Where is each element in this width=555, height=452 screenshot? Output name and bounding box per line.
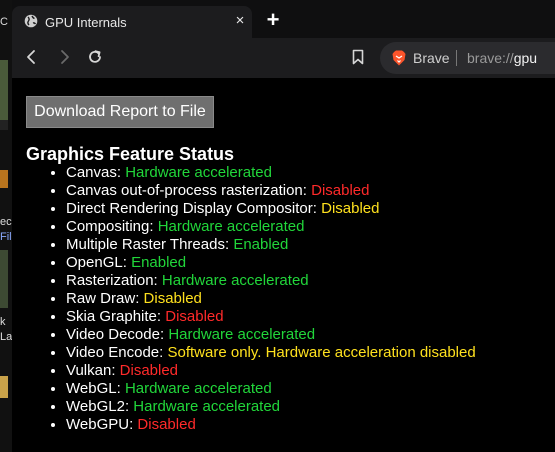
feature-status-row: Vulkan: Disabled [66, 362, 476, 380]
site-identity-label: Brave [413, 50, 450, 66]
background-icon [0, 376, 8, 398]
feature-status: Disabled [137, 416, 196, 433]
feature-name: Video Decode [66, 326, 160, 343]
background-thumbnail [0, 250, 8, 308]
feature-status-row: Video Decode: Hardware accelerated [66, 326, 476, 344]
feature-status: Disabled [321, 200, 380, 217]
background-divider [0, 120, 8, 130]
feature-status: Hardware accelerated [157, 218, 305, 235]
feature-status-row: Canvas out-of-process rasterization: Dis… [66, 182, 476, 200]
background-thumbnail [0, 60, 8, 120]
feature-status-row: Video Encode: Software only. Hardware ac… [66, 344, 476, 362]
browser-window: GPU Internals × + Brave brave://gpu Down… [12, 0, 555, 452]
feature-name: Rasterization [66, 272, 154, 289]
feature-status-row: Direct Rendering Display Compositor: Dis… [66, 200, 476, 218]
url-host: gpu [513, 50, 538, 66]
feature-status-row: Skia Graphite: Disabled [66, 308, 476, 326]
download-report-button[interactable]: Download Report to File [26, 96, 214, 128]
feature-name: Video Encode [66, 344, 160, 361]
toolbar: Brave brave://gpu [12, 38, 555, 78]
feature-status-row: Raw Draw: Disabled [66, 290, 476, 308]
feature-name: Compositing [66, 218, 150, 235]
globe-icon [24, 14, 38, 28]
feature-status: Disabled [165, 308, 224, 325]
feature-status-row: OpenGL: Enabled [66, 254, 476, 272]
omnibox-separator [456, 50, 457, 66]
feature-name: OpenGL [66, 254, 123, 271]
feature-status: Disabled [143, 290, 202, 307]
new-tab-button[interactable]: + [263, 9, 283, 31]
background-text-fragment: C [0, 16, 8, 28]
feature-name: Raw Draw [66, 290, 136, 307]
feature-name: Skia Graphite [66, 308, 157, 325]
tab-gpu-internals[interactable]: GPU Internals × [12, 6, 252, 38]
feature-status: Disabled [119, 362, 179, 379]
feature-status: Hardware accelerated [161, 272, 309, 289]
bookmark-icon[interactable] [348, 47, 368, 67]
feature-name: Canvas [66, 164, 117, 181]
feature-status-row: WebGL: Hardware accelerated [66, 380, 476, 398]
reload-icon[interactable] [85, 47, 105, 67]
feature-name: Multiple Raster Threads [66, 236, 225, 253]
url-text[interactable]: brave://gpu [467, 50, 537, 66]
feature-status-row: WebGL2: Hardware accelerated [66, 398, 476, 416]
feature-name: Vulkan [66, 362, 112, 379]
close-tab-icon[interactable]: × [232, 13, 248, 29]
brave-lion-icon[interactable] [392, 50, 406, 66]
forward-arrow-icon[interactable] [54, 47, 74, 67]
feature-status: Enabled [131, 254, 187, 271]
background-text-fragment: Fil [0, 231, 12, 243]
feature-status-row: WebGPU: Disabled [66, 416, 476, 434]
feature-status-row: Compositing: Hardware accelerated [66, 218, 476, 236]
feature-status: Hardware accelerated [168, 326, 316, 343]
feature-status: Disabled [311, 182, 370, 199]
tab-strip: GPU Internals × + [12, 0, 555, 42]
feature-status: Hardware accelerated [125, 164, 272, 181]
feature-status: Hardware accelerated [133, 398, 281, 415]
url-scheme: brave:// [467, 50, 514, 66]
background-text-fragment: La [0, 331, 12, 343]
feature-status: Enabled [233, 236, 289, 253]
background-icon [0, 170, 8, 188]
background-window-edge: C ec Fil k La [0, 0, 12, 452]
back-arrow-icon[interactable] [22, 47, 42, 67]
feature-status-row: Multiple Raster Threads: Enabled [66, 236, 476, 254]
feature-name: Direct Rendering Display Compositor [66, 200, 313, 217]
feature-name: WebGL2 [66, 398, 125, 415]
tab-title: GPU Internals [45, 15, 127, 30]
feature-status: Hardware accelerated [124, 380, 272, 397]
section-title: Graphics Feature Status [26, 144, 235, 164]
background-text-fragment: ec [0, 216, 12, 228]
address-bar[interactable]: Brave brave://gpu [380, 42, 555, 74]
feature-status-list: Canvas: Hardware acceleratedCanvas out-o… [26, 164, 476, 434]
page-content: Download Report to File Graphics Feature… [12, 78, 555, 452]
feature-status: Software only. Hardware acceleration dis… [167, 344, 476, 361]
feature-status-row: Canvas: Hardware accelerated [66, 164, 476, 182]
feature-name: WebGPU [66, 416, 130, 433]
feature-name: Canvas out-of-process rasterization [66, 182, 303, 199]
feature-status-row: Rasterization: Hardware accelerated [66, 272, 476, 290]
feature-name: WebGL [66, 380, 117, 397]
background-text-fragment: k [0, 316, 6, 328]
